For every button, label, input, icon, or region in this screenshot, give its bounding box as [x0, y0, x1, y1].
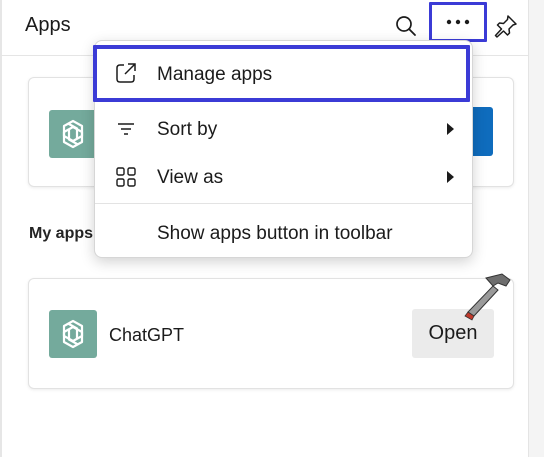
menu-item-sort-by[interactable]: Sort by	[95, 105, 472, 153]
menu-item-label: Manage apps	[157, 64, 273, 85]
app-name: ChatGPT	[109, 325, 185, 345]
app-logo	[49, 310, 97, 358]
menu-item-manage-apps[interactable]: Manage apps	[93, 45, 472, 102]
open-external-icon	[115, 62, 137, 84]
page-title: Apps	[25, 14, 71, 36]
submenu-arrow-icon	[447, 123, 454, 135]
pin-icon	[494, 15, 517, 38]
menu-item-label: Show apps button in toolbar	[157, 223, 393, 244]
menu-divider	[95, 203, 472, 204]
more-options-button[interactable]	[429, 2, 487, 42]
search-button[interactable]	[390, 10, 422, 42]
app-logo	[49, 110, 97, 158]
more-options-menu: Manage apps Sort by View as Show apps bu…	[93, 40, 473, 258]
sort-icon	[115, 118, 137, 140]
app-card[interactable]: ChatGPT Open	[28, 278, 514, 389]
pane-left-edge	[0, 0, 2, 457]
grid-view-icon	[115, 166, 137, 188]
pin-button[interactable]	[490, 10, 522, 42]
submenu-arrow-icon	[447, 171, 454, 183]
menu-item-label: Sort by	[157, 119, 218, 140]
chatgpt-logo-icon	[62, 119, 84, 149]
highlight-box	[93, 45, 470, 102]
scrollbar-track[interactable]	[528, 0, 544, 457]
menu-item-view-as[interactable]: View as	[95, 153, 472, 201]
hammer-watermark-icon	[464, 273, 511, 321]
menu-item-label: View as	[157, 167, 224, 188]
menu-item-show-apps-button[interactable]: Show apps button in toolbar	[95, 209, 472, 257]
search-icon	[396, 16, 416, 36]
apps-pane: Apps My apps ChatGPT Open Manage apps So…	[0, 0, 544, 457]
more-options-icon	[446, 19, 470, 25]
chatgpt-logo-icon	[62, 319, 84, 349]
my-apps-heading: My apps	[29, 225, 94, 242]
